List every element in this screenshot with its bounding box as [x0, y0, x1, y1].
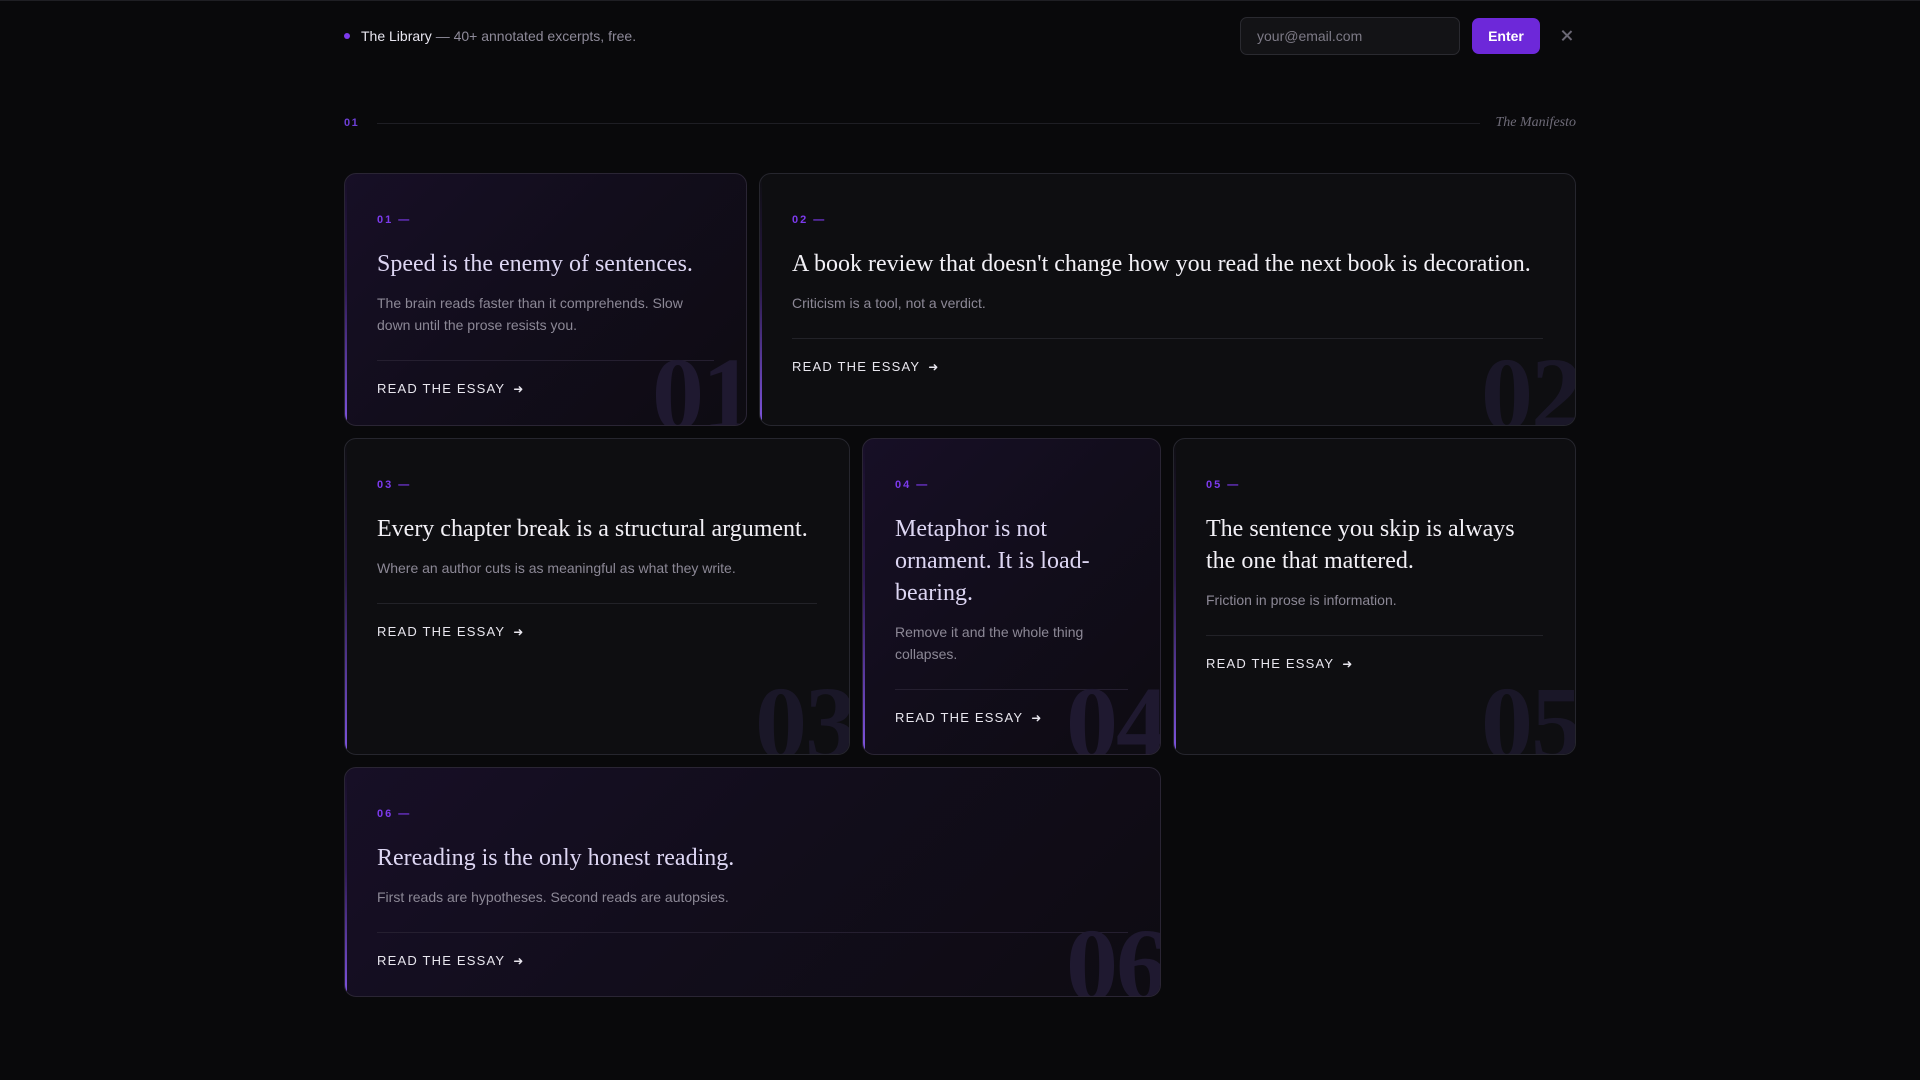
arrow-right-icon: ➜ [513, 624, 525, 639]
card-accent [863, 439, 865, 754]
card-number: 06 — [377, 808, 412, 820]
card-accent [345, 174, 347, 425]
arrow-right-icon: ➜ [928, 359, 940, 374]
read-essay-link[interactable]: READ THE ESSAY ➜ [377, 953, 525, 968]
essay-card-03: 03 — Every chapter break is a structural… [344, 438, 850, 755]
arrow-right-icon: ➜ [513, 381, 525, 396]
read-essay-label: READ THE ESSAY [1206, 656, 1335, 671]
read-essay-label: READ THE ESSAY [377, 953, 506, 968]
card-number: 03 — [377, 479, 412, 491]
card-title: The sentence you skip is always the one … [1206, 516, 1515, 574]
card-title: A book review that doesn't change how yo… [792, 251, 1531, 277]
banner-text: The Library — 40+ annotated excerpts, fr… [361, 28, 636, 44]
close-icon[interactable] [1558, 27, 1576, 45]
card-description: Where an author cuts is as meaningful as… [377, 560, 736, 576]
card-title: Every chapter break is a structural argu… [377, 516, 808, 542]
card-accent [1174, 439, 1176, 754]
status-dot-icon [344, 33, 350, 39]
essay-card-05: 05 — The sentence you skip is always the… [1173, 438, 1576, 755]
card-number: 01 — [377, 214, 412, 226]
card-background-number: 06 [1066, 908, 1161, 997]
signup-form: Enter [1240, 17, 1576, 55]
section-divider [377, 122, 1480, 124]
read-essay-link[interactable]: READ THE ESSAY ➜ [792, 359, 940, 374]
card-number: 05 — [1206, 479, 1241, 491]
read-essay-link[interactable]: READ THE ESSAY ➜ [895, 710, 1043, 725]
card-background-number: 04 [1066, 666, 1161, 755]
read-essay-link[interactable]: READ THE ESSAY ➜ [1206, 656, 1354, 671]
email-input[interactable] [1240, 17, 1460, 55]
card-description: Criticism is a tool, not a verdict. [792, 295, 986, 311]
card-divider [377, 360, 714, 361]
essay-card-01: 01 — Speed is the enemy of sentences. Th… [344, 173, 747, 426]
read-essay-label: READ THE ESSAY [377, 624, 506, 639]
card-divider [377, 932, 1128, 933]
card-title: Metaphor is not ornament. It is load-bea… [895, 516, 1090, 606]
read-essay-link[interactable]: READ THE ESSAY ➜ [377, 624, 525, 639]
read-essay-label: READ THE ESSAY [792, 359, 921, 374]
card-title: Speed is the enemy of sentences. [377, 251, 693, 277]
section-title: The Manifesto [1495, 115, 1577, 130]
card-description: The brain reads faster than it comprehen… [377, 295, 683, 333]
card-background-number: 03 [755, 666, 850, 755]
card-divider [895, 689, 1128, 690]
card-title: Rereading is the only honest reading. [377, 845, 735, 871]
arrow-right-icon: ➜ [1031, 710, 1043, 725]
card-background-number: 05 [1481, 666, 1576, 755]
section-number: 01 [344, 117, 360, 129]
card-description: Remove it and the whole thing collapses. [895, 624, 1084, 662]
signup-banner: The Library — 40+ annotated excerpts, fr… [344, 16, 1576, 56]
read-essay-link[interactable]: READ THE ESSAY ➜ [377, 381, 525, 396]
card-background-number: 02 [1481, 337, 1576, 426]
card-divider [377, 603, 817, 604]
arrow-right-icon: ➜ [513, 953, 525, 968]
arrow-right-icon: ➜ [1342, 656, 1354, 671]
card-number: 04 — [895, 479, 930, 491]
card-divider [1206, 635, 1543, 636]
essay-card-02: 02 — A book review that doesn't change h… [759, 173, 1576, 426]
essay-card-04: 04 — Metaphor is not ornament. It is loa… [862, 438, 1161, 755]
essay-card-06: 06 — Rereading is the only honest readin… [344, 767, 1161, 997]
read-essay-label: READ THE ESSAY [895, 710, 1024, 725]
section-header: 01 The Manifesto [344, 113, 1576, 133]
enter-button[interactable]: Enter [1472, 18, 1540, 54]
card-accent [345, 768, 347, 996]
banner-brand: The Library [361, 28, 432, 44]
card-description: Friction in prose is information. [1206, 592, 1397, 608]
banner-tagline: — 40+ annotated excerpts, free. [431, 28, 637, 44]
card-background-number: 01 [652, 337, 747, 426]
top-border [0, 0, 1920, 1]
read-essay-label: READ THE ESSAY [377, 381, 506, 396]
card-description: First reads are hypotheses. Second reads… [377, 889, 729, 905]
card-accent [760, 174, 762, 425]
card-divider [792, 338, 1543, 339]
card-accent [345, 439, 347, 754]
card-number: 02 — [792, 214, 827, 226]
